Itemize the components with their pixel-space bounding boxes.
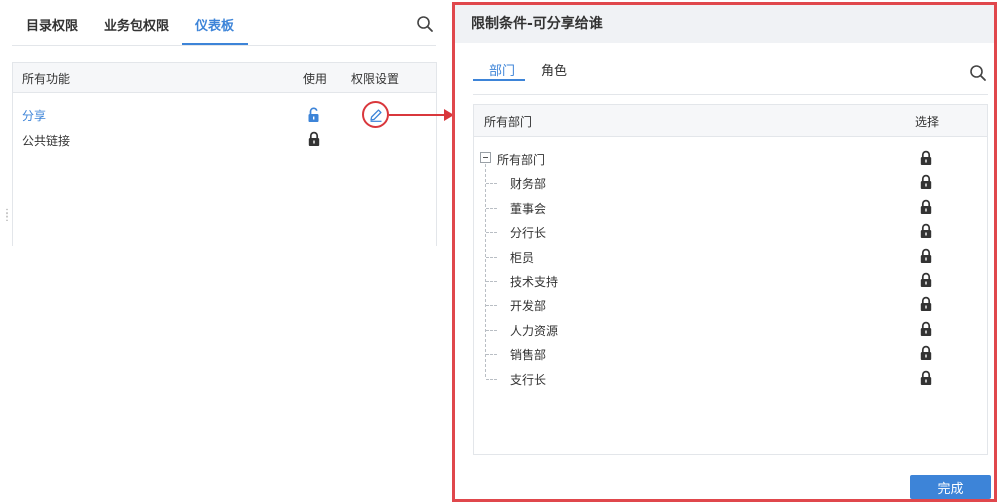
table-header: 所有部门 选择: [474, 105, 987, 137]
tree-connector: [486, 305, 497, 307]
search-icon[interactable]: [969, 64, 987, 82]
column-header-all-departments: 所有部门: [484, 115, 533, 129]
tree-connector: [486, 329, 497, 331]
tab-dashboard[interactable]: 仪表板: [195, 15, 234, 34]
done-button[interactable]: 完成: [910, 475, 991, 499]
permission-panel: 目录权限 业务包权限 仪表板 所有功能 使用 权限设置 分享 公共链接 ⋮ ⋮: [0, 0, 454, 248]
tree-item-department[interactable]: 技术支持: [510, 273, 558, 290]
tree-item-department[interactable]: 支行长: [510, 371, 546, 388]
collapse-toggle-icon[interactable]: [480, 152, 491, 163]
table-header: 所有功能 使用 权限设置: [13, 63, 436, 93]
permission-setting-button[interactable]: [362, 101, 389, 128]
unlock-icon[interactable]: [307, 107, 321, 123]
tree-item-department[interactable]: 开发部: [510, 297, 546, 314]
active-tab-indicator: [182, 43, 248, 45]
tree-connector: [486, 256, 497, 258]
lock-icon[interactable]: [919, 174, 933, 190]
edit-icon: [370, 109, 382, 122]
dialog-title: 限制条件-可分享给谁: [471, 16, 603, 32]
tree-item-department[interactable]: 销售部: [510, 346, 546, 363]
lock-icon[interactable]: [919, 223, 933, 239]
permission-tabs: 目录权限 业务包权限 仪表板: [12, 0, 436, 46]
callout-arrow-icon: [389, 109, 454, 121]
lock-icon[interactable]: [919, 296, 933, 312]
tree-connector: [485, 164, 486, 377]
lock-icon[interactable]: [919, 321, 933, 337]
lock-icon[interactable]: [919, 370, 933, 386]
function-row-public-link: 公共链接: [22, 134, 71, 148]
tree-item-department[interactable]: 人力资源: [510, 322, 558, 339]
lock-icon[interactable]: [919, 345, 933, 361]
active-tab-indicator: [473, 79, 525, 81]
tab-business-package-permission[interactable]: 业务包权限: [104, 15, 169, 34]
column-header-use: 使用: [303, 72, 328, 86]
tab-department[interactable]: 部门: [489, 60, 515, 79]
tree-connector: [486, 281, 497, 282]
search-icon[interactable]: [416, 15, 434, 33]
tree-connector: [486, 354, 497, 356]
lock-icon[interactable]: [919, 272, 933, 288]
tree-item-department[interactable]: 董事会: [510, 200, 546, 217]
tree-item-department[interactable]: 分行长: [510, 224, 546, 241]
dialog-header: 限制条件-可分享给谁: [455, 5, 994, 43]
lock-icon[interactable]: [307, 131, 321, 147]
column-header-permission-setting: 权限设置: [351, 72, 400, 86]
resize-handle-icon[interactable]: ⋮ ⋮: [2, 209, 12, 226]
tab-role[interactable]: 角色: [541, 60, 567, 79]
screen: 目录权限 业务包权限 仪表板 所有功能 使用 权限设置 分享 公共链接 ⋮ ⋮ …: [0, 0, 1000, 504]
tree-root-all-departments[interactable]: 所有部门: [497, 151, 545, 168]
column-header-select: 选择: [915, 115, 940, 129]
tree-item-department[interactable]: 柜员: [510, 249, 534, 266]
tree-connector: [486, 378, 497, 380]
restriction-tabs: 部门 角色: [473, 43, 988, 95]
lock-icon[interactable]: [919, 248, 933, 264]
share-restriction-dialog: 限制条件-可分享给谁 部门 角色 所有部门 选择 所有部门 财务部董事会分行长柜…: [452, 2, 997, 502]
column-header-function: 所有功能: [22, 72, 71, 86]
tree-item-department[interactable]: 财务部: [510, 175, 546, 192]
function-permission-table: 所有功能 使用 权限设置 分享 公共链接: [12, 62, 437, 246]
tab-directory-permission[interactable]: 目录权限: [26, 15, 78, 34]
tree-connector: [486, 232, 497, 234]
tree-connector: [486, 207, 497, 209]
lock-icon[interactable]: [919, 150, 933, 166]
department-table: 所有部门 选择 所有部门 财务部董事会分行长柜员技术支持开发部人力资源销售部支行…: [473, 104, 988, 455]
lock-icon[interactable]: [919, 199, 933, 215]
function-row-share[interactable]: 分享: [22, 107, 46, 124]
tree-connector: [486, 183, 497, 185]
